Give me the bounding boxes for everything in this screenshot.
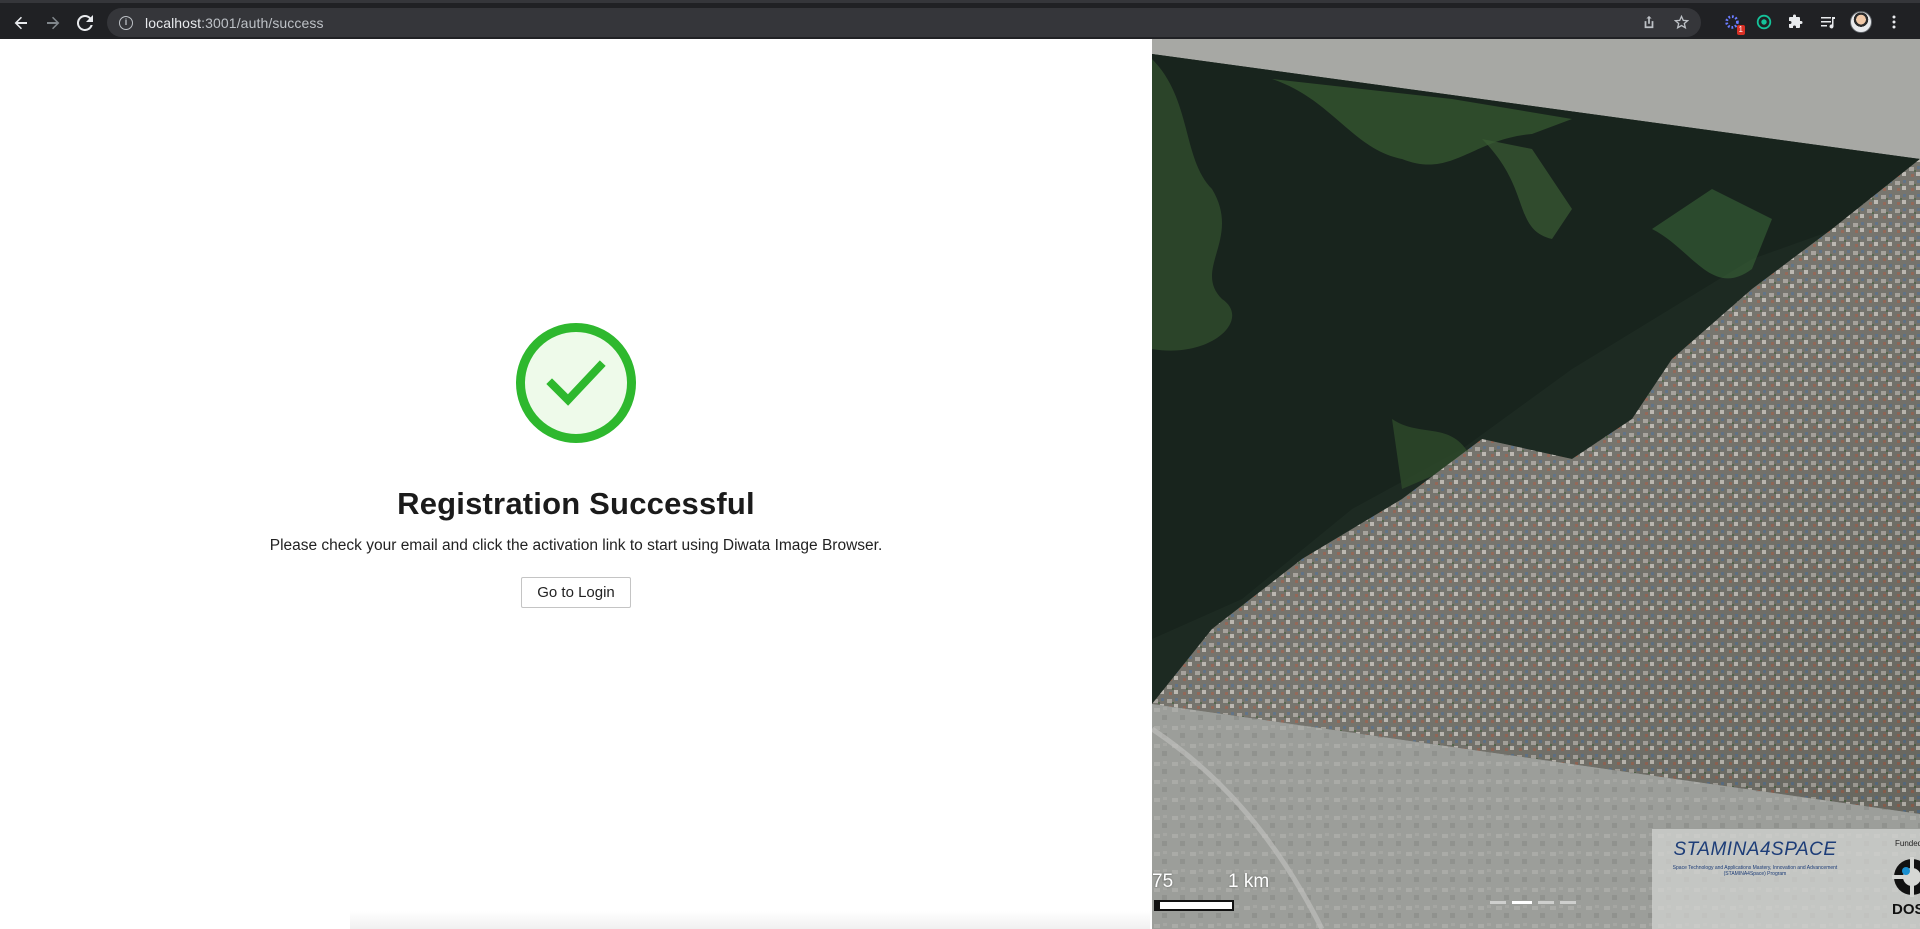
- extension-badge: 1: [1736, 25, 1745, 35]
- dost-logo-icon: [1892, 857, 1920, 897]
- scale-bar: [1154, 900, 1234, 911]
- menu-kebab-icon[interactable]: [1884, 12, 1904, 32]
- go-to-login-button[interactable]: Go to Login: [521, 577, 631, 608]
- carousel-dot-active[interactable]: [1512, 901, 1532, 904]
- address-bar[interactable]: i localhost:3001/auth/success: [107, 8, 1701, 37]
- stamina-logo-text: STAMINA4SPACE: [1673, 839, 1837, 860]
- stamina-subtitle: Space Technology and Applications Master…: [1672, 865, 1838, 877]
- page-title: Registration Successful: [397, 486, 755, 521]
- stamina4space-logo: STAMINA4SPACE Space Technology and Appli…: [1660, 839, 1850, 877]
- funded-label: Funded: [1895, 839, 1920, 848]
- carousel-indicators: [1490, 901, 1576, 904]
- reload-icon[interactable]: [75, 13, 95, 33]
- satellite-image-panel: 75 1 km STAMINA4SPACE Space Technology a…: [1152, 39, 1920, 929]
- success-panel: Registration Successful Please check you…: [0, 39, 1152, 929]
- bottom-shadow: [350, 911, 1150, 929]
- scale-label-right: 1 km: [1228, 871, 1270, 892]
- satellite-image: [1152, 39, 1920, 929]
- activation-message: Please check your email and click the ac…: [269, 537, 883, 554]
- puzzle-icon[interactable]: [1786, 12, 1806, 32]
- forward-arrow-icon[interactable]: [43, 13, 63, 33]
- share-icon[interactable]: [1641, 14, 1657, 30]
- reading-list-icon[interactable]: [1818, 12, 1838, 32]
- url-path: :3001/auth/success: [201, 14, 324, 31]
- grammar-extension-icon[interactable]: [1754, 12, 1774, 32]
- url-text: localhost:3001/auth/success: [145, 15, 324, 31]
- profile-avatar[interactable]: [1850, 11, 1872, 33]
- dost-label: DOS: [1892, 901, 1920, 918]
- info-icon[interactable]: i: [119, 15, 133, 30]
- url-host: localhost: [145, 14, 202, 31]
- scale-label-left: 75: [1152, 871, 1174, 892]
- extension-icon[interactable]: 1: [1722, 12, 1745, 35]
- success-check-icon: [516, 323, 636, 443]
- back-arrow-icon[interactable]: [11, 13, 31, 33]
- browser-toolbar: i localhost:3001/auth/success 1: [0, 0, 1920, 39]
- carousel-dot[interactable]: [1538, 901, 1554, 904]
- carousel-dot[interactable]: [1490, 901, 1506, 904]
- bookmark-star-icon[interactable]: [1673, 14, 1689, 30]
- carousel-dot[interactable]: [1560, 901, 1576, 904]
